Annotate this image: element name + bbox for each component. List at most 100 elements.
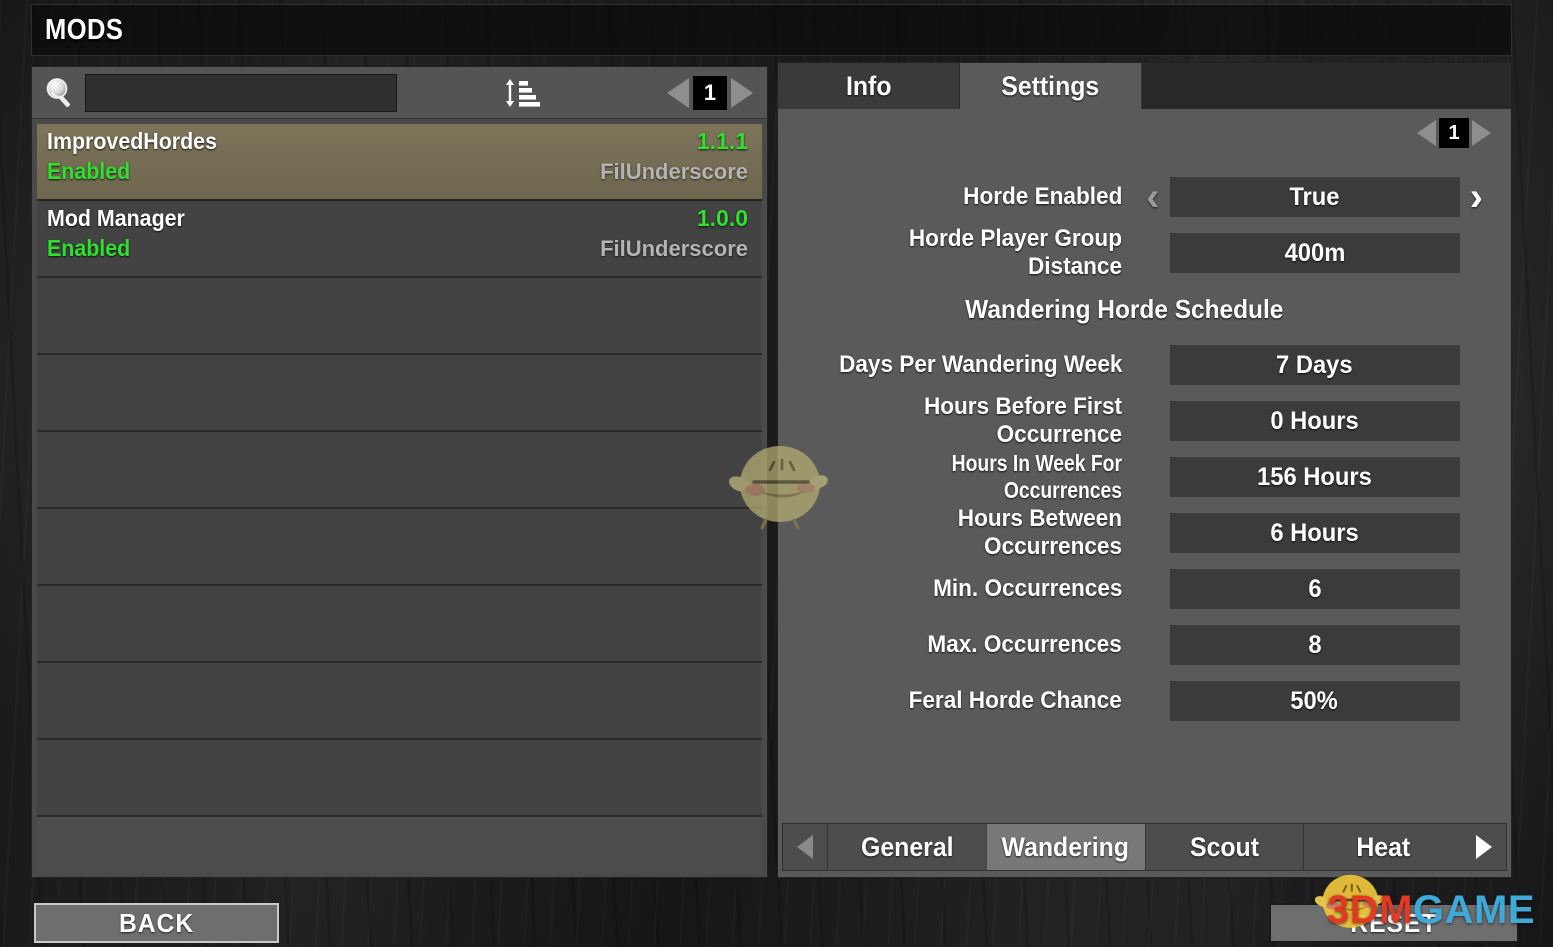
setting-value-text: 7 Days: [1276, 350, 1353, 379]
setting-value[interactable]: 6 Hours: [1169, 513, 1460, 553]
setting-label: Max. Occurrences: [796, 631, 1136, 659]
setting-label-text: Horde Enabled: [962, 183, 1122, 210]
category-prev-icon[interactable]: [783, 824, 827, 870]
pager-next-icon[interactable]: [731, 77, 753, 108]
detail-tab-bar: Info Settings: [778, 63, 1511, 109]
setting-value[interactable]: 6: [1169, 569, 1460, 609]
setting-value[interactable]: 50%: [1169, 681, 1460, 721]
setting-row[interactable]: Hours Between Occurrences 6 Hours: [796, 505, 1493, 561]
setting-value[interactable]: 8: [1169, 625, 1460, 665]
setting-decrement-icon[interactable]: ‹: [1136, 177, 1170, 217]
mod-list-item-empty[interactable]: [37, 509, 762, 586]
mod-author: FilUnderscore: [600, 236, 748, 261]
settings-list: Horde Enabled ‹ True › Horde Player Group Di…: [778, 169, 1511, 813]
setting-label-text: Hours In Week For Occurrences: [951, 449, 1122, 503]
setting-value[interactable]: True: [1169, 177, 1460, 217]
settings-pager-next-icon[interactable]: [1472, 120, 1491, 146]
mod-name: Mod Manager: [47, 205, 185, 231]
mod-enabled-state: Enabled: [47, 158, 131, 184]
tab-settings-label: Settings: [1001, 70, 1100, 101]
setting-row[interactable]: Max. Occurrences 8: [796, 617, 1493, 673]
tab-wandering-label: Wandering: [1001, 831, 1130, 862]
tab-settings[interactable]: Settings: [960, 63, 1142, 109]
mod-version: 1.0.0: [696, 205, 748, 231]
setting-value-text: True: [1289, 182, 1340, 211]
mod-enabled-state: Enabled: [47, 235, 131, 261]
tab-heat-label: Heat: [1356, 831, 1411, 862]
setting-label: Hours Between Occurrences: [796, 505, 1136, 561]
list-pager: 1: [667, 75, 753, 110]
setting-value-text: 6: [1307, 574, 1322, 603]
mod-version: 1.1.1: [696, 128, 748, 154]
setting-label-text: Feral Horde Chance: [908, 687, 1122, 714]
page-header: MODS: [31, 4, 1512, 56]
setting-label: Hours Before First Occurrence: [796, 393, 1136, 449]
setting-label-text: Hours Before First Occurrence: [923, 393, 1122, 448]
mod-author: FilUnderscore: [600, 159, 748, 184]
mod-list-item-empty[interactable]: [37, 817, 762, 873]
setting-value-text: 156 Hours: [1257, 462, 1372, 491]
mod-list-item-empty[interactable]: [37, 432, 762, 509]
category-next-icon[interactable]: [1462, 824, 1506, 870]
setting-value[interactable]: 7 Days: [1169, 345, 1460, 385]
settings-pager-prev-icon[interactable]: [1417, 120, 1436, 146]
setting-label: Min. Occurrences: [796, 575, 1136, 603]
sort-ascending-icon[interactable]: [502, 75, 542, 111]
settings-pager: 1: [1417, 118, 1491, 148]
mod-list-item[interactable]: ImprovedHordes 1.1.1 Enabled FilUnderscore: [37, 124, 762, 201]
page-title: MODS: [45, 13, 124, 46]
setting-value-text: 8: [1307, 630, 1322, 659]
mod-list-item-empty[interactable]: [37, 278, 762, 355]
setting-increment-icon[interactable]: ›: [1460, 177, 1494, 217]
pager-prev-icon[interactable]: [667, 77, 689, 108]
mod-list-item-empty[interactable]: [37, 586, 762, 663]
setting-label-text: Min. Occurrences: [932, 575, 1122, 602]
mod-list-item[interactable]: Mod Manager 1.0.0 Enabled FilUnderscore: [37, 201, 762, 278]
tab-info-label: Info: [845, 70, 892, 101]
setting-row[interactable]: Days Per Wandering Week 7 Days: [796, 337, 1493, 393]
setting-row[interactable]: Feral Horde Chance 50%: [796, 673, 1493, 729]
search-input[interactable]: [85, 73, 397, 112]
reset-button[interactable]: RESET: [1269, 903, 1519, 943]
setting-value-text: 6 Hours: [1270, 518, 1359, 547]
mod-list-item-empty[interactable]: [37, 663, 762, 740]
setting-value-text: 400m: [1284, 238, 1345, 267]
mod-list[interactable]: ImprovedHordes 1.1.1 Enabled FilUnderscore M…: [37, 124, 762, 873]
search-toolbar: 1: [32, 67, 767, 119]
tab-general-label: General: [860, 831, 954, 862]
setting-value[interactable]: 0 Hours: [1169, 401, 1460, 441]
setting-row[interactable]: Horde Player Group Distance 400m: [796, 225, 1493, 281]
setting-row[interactable]: Hours In Week For Occurrences 156 Hours: [796, 449, 1493, 505]
mod-list-item-empty[interactable]: [37, 355, 762, 432]
setting-label: Horde Player Group Distance: [796, 225, 1136, 281]
setting-label-text: Days Per Wandering Week: [838, 351, 1122, 378]
tab-heat[interactable]: Heat: [1303, 824, 1462, 870]
setting-row[interactable]: Horde Enabled ‹ True ›: [796, 169, 1493, 225]
setting-value[interactable]: 156 Hours: [1169, 457, 1460, 497]
tab-scout-label: Scout: [1189, 831, 1259, 862]
tab-general[interactable]: General: [827, 824, 986, 870]
setting-label-text: Max. Occurrences: [927, 631, 1122, 658]
tab-info[interactable]: Info: [778, 63, 960, 109]
mod-list-item-empty[interactable]: [37, 740, 762, 817]
tab-scout[interactable]: Scout: [1144, 824, 1304, 870]
back-button-label: BACK: [118, 907, 195, 938]
setting-label: Feral Horde Chance: [796, 687, 1136, 715]
tab-wandering[interactable]: Wandering: [985, 824, 1145, 870]
setting-label-text: Horde Player Group Distance: [908, 225, 1122, 280]
setting-row[interactable]: Min. Occurrences 6: [796, 561, 1493, 617]
tab-bar-filler: [1142, 63, 1511, 109]
setting-label: Horde Enabled: [796, 183, 1136, 211]
mod-name: ImprovedHordes: [47, 128, 217, 154]
settings-section-header: Wandering Horde Schedule: [796, 281, 1493, 337]
setting-value[interactable]: 400m: [1169, 233, 1460, 273]
reset-button-label: RESET: [1350, 907, 1438, 938]
setting-label: Days Per Wandering Week: [796, 351, 1136, 379]
category-tab-bar: General Wandering Scout Heat: [782, 823, 1507, 871]
setting-label-text: Hours Between Occurrences: [957, 505, 1122, 560]
back-button[interactable]: BACK: [34, 903, 279, 943]
setting-row[interactable]: Hours Before First Occurrence 0 Hours: [796, 393, 1493, 449]
search-icon: [43, 76, 77, 110]
mod-list-panel: 1 ImprovedHordes 1.1.1 Enabled FilUnderscor…: [31, 66, 768, 878]
setting-label: Hours In Week For Occurrences: [796, 450, 1136, 505]
